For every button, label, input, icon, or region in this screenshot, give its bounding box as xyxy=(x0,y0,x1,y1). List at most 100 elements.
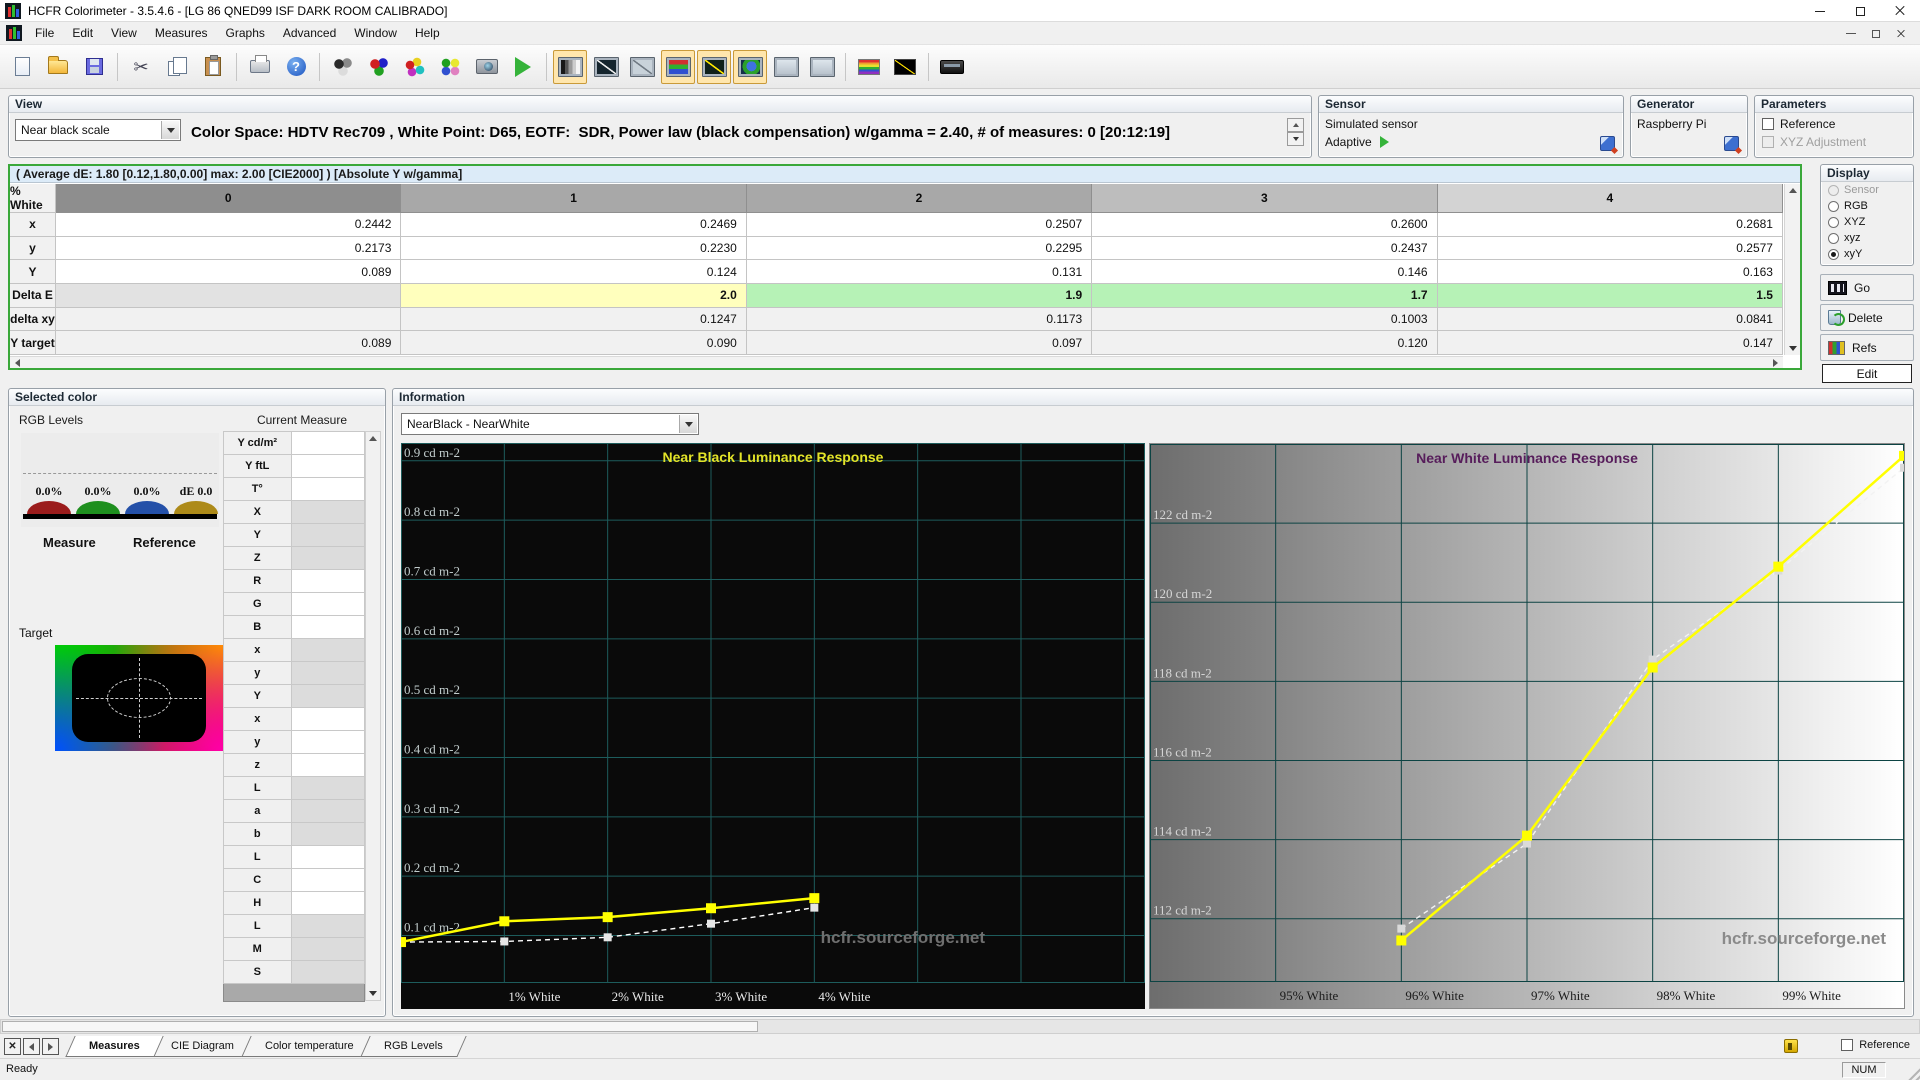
delete-button[interactable]: Delete xyxy=(1820,304,1914,331)
menu-item-window[interactable]: Window xyxy=(345,22,406,45)
scroll-left-icon[interactable] xyxy=(15,359,20,367)
grid-cell-y-1[interactable]: 0.2230 xyxy=(401,237,746,261)
grid-cell-y-target-1[interactable]: 0.090 xyxy=(401,331,746,355)
menu-item-measures[interactable]: Measures xyxy=(146,22,217,45)
scroll-down-icon[interactable] xyxy=(1789,346,1797,351)
view-contrast-graph-button[interactable] xyxy=(805,50,839,84)
cm-value-2[interactable] xyxy=(292,478,365,501)
display-option-xyz[interactable]: XYZ xyxy=(1821,214,1913,230)
cm-value-8[interactable] xyxy=(292,616,365,639)
cm-value-16[interactable] xyxy=(292,800,365,823)
grid-cell-delta-xy-3[interactable]: 0.1003 xyxy=(1092,308,1437,332)
display-option-sensor[interactable]: Sensor xyxy=(1821,182,1913,198)
display-option-rgb[interactable]: RGB xyxy=(1821,198,1913,214)
grid-cell-y-target-4[interactable]: 0.147 xyxy=(1438,331,1783,355)
sensor-run-icon[interactable] xyxy=(1380,136,1389,148)
cm-value-10[interactable] xyxy=(292,662,365,685)
grid-cell-y-target-0[interactable]: 0.089 xyxy=(56,331,401,355)
cm-value-4[interactable] xyxy=(292,524,365,547)
checkbox-reference[interactable] xyxy=(1762,118,1774,130)
checkbox-xyz-adjustment[interactable] xyxy=(1762,136,1774,148)
grid-cell-x-3[interactable]: 0.2600 xyxy=(1092,213,1437,237)
grid-cell-x-2[interactable]: 0.2507 xyxy=(747,213,1092,237)
tab-cie-diagram[interactable]: CIE Diagram xyxy=(147,1036,257,1057)
menu-item-edit[interactable]: Edit xyxy=(63,22,102,45)
view-luminance-graph-button[interactable] xyxy=(697,50,731,84)
cm-value-11[interactable] xyxy=(292,685,365,708)
grid-cell-y-target-3[interactable]: 0.120 xyxy=(1092,331,1437,355)
measure-full-colors-button[interactable] xyxy=(434,50,468,84)
cm-value-15[interactable] xyxy=(292,777,365,800)
copy-button[interactable] xyxy=(160,50,194,84)
print-button[interactable] xyxy=(243,50,277,84)
sensor-config-icon[interactable] xyxy=(1600,136,1615,151)
grid-cell-y-target-2[interactable]: 0.097 xyxy=(747,331,1092,355)
grid-horizontal-scrollbar[interactable] xyxy=(10,356,1783,368)
grid-column-header-2[interactable]: 2 xyxy=(747,184,1092,213)
workspace-horizontal-scrollbar[interactable] xyxy=(0,1019,1920,1034)
grid-cell-delta-xy-2[interactable]: 0.1173 xyxy=(747,308,1092,332)
edit-button[interactable]: Edit xyxy=(1822,364,1912,383)
grid-cell-y-2[interactable]: 0.2295 xyxy=(747,237,1092,261)
view-saturation-graph-button[interactable] xyxy=(769,50,803,84)
grid-cell-y-4[interactable]: 0.2577 xyxy=(1438,237,1783,261)
grid-column-header-3[interactable]: 3 xyxy=(1092,184,1437,213)
cm-scroll-up-icon[interactable] xyxy=(369,436,377,441)
cm-value-23[interactable] xyxy=(292,961,365,984)
tab-color-temperature[interactable]: Color temperature xyxy=(241,1036,377,1057)
spin-down-button[interactable] xyxy=(1287,132,1304,146)
scroll-tabs-right-button[interactable] xyxy=(42,1038,59,1055)
cm-value-9[interactable] xyxy=(292,639,365,662)
graph-selector-dropdown[interactable]: NearBlack - NearWhite xyxy=(401,413,699,435)
window-minimize-button[interactable] xyxy=(1800,0,1840,22)
tab-rgb-levels[interactable]: RGB Levels xyxy=(361,1036,467,1057)
reference-checkbox[interactable] xyxy=(1841,1039,1853,1051)
cm-value-13[interactable] xyxy=(292,731,365,754)
scroll-right-icon[interactable] xyxy=(1773,359,1778,367)
scroll-up-icon[interactable] xyxy=(1789,188,1797,193)
generator-config-icon[interactable] xyxy=(1724,136,1739,151)
menu-item-advanced[interactable]: Advanced xyxy=(274,22,345,45)
menu-item-help[interactable]: Help xyxy=(406,22,449,45)
view-cie-diagram-button[interactable] xyxy=(733,50,767,84)
grid-column-header-0[interactable]: 0 xyxy=(56,184,401,213)
scroll-tabs-left-button[interactable] xyxy=(23,1038,40,1055)
mdi-close-button[interactable] xyxy=(1890,25,1912,42)
grid-cell-y-1[interactable]: 0.124 xyxy=(401,260,746,284)
cm-value-20[interactable] xyxy=(292,892,365,915)
scale-selector-dropdown[interactable]: Near black scale xyxy=(15,119,181,141)
window-maximize-button[interactable] xyxy=(1840,0,1880,22)
cm-value-7[interactable] xyxy=(292,593,365,616)
calibration-device-button[interactable] xyxy=(935,50,969,84)
graph-dropdown-arrow-icon[interactable] xyxy=(679,415,697,433)
cm-value-18[interactable] xyxy=(292,846,365,869)
current-measure-scrollbar[interactable] xyxy=(365,431,381,1001)
grid-cell-y-3[interactable]: 0.146 xyxy=(1092,260,1437,284)
grid-cell-y-0[interactable]: 0.2173 xyxy=(56,237,401,261)
help-button[interactable] xyxy=(279,50,313,84)
grid-cell-x-4[interactable]: 0.2681 xyxy=(1438,213,1783,237)
open-file-button[interactable] xyxy=(41,50,75,84)
menu-item-file[interactable]: File xyxy=(26,22,63,45)
view-gamma-graph-button[interactable] xyxy=(589,50,623,84)
view-spectrum-graph-button[interactable] xyxy=(852,50,886,84)
measure-primary-colors-button[interactable] xyxy=(362,50,396,84)
cm-value-14[interactable] xyxy=(292,754,365,777)
cm-value-22[interactable] xyxy=(292,938,365,961)
grid-vertical-scrollbar[interactable] xyxy=(1784,184,1800,355)
cut-button[interactable] xyxy=(124,50,158,84)
dropdown-arrow-icon[interactable] xyxy=(161,121,179,139)
window-close-button[interactable] xyxy=(1880,0,1920,22)
cm-value-6[interactable] xyxy=(292,570,365,593)
display-option-xyy[interactable]: xyY xyxy=(1821,246,1913,262)
spin-up-button[interactable] xyxy=(1287,118,1304,132)
scrollbar-thumb[interactable] xyxy=(2,1021,758,1032)
grid-cell-y-2[interactable]: 0.131 xyxy=(747,260,1092,284)
mdi-minimize-button[interactable] xyxy=(1840,25,1862,42)
display-option-xyz[interactable]: xyz xyxy=(1821,230,1913,246)
grid-column-header-4[interactable]: 4 xyxy=(1438,184,1783,213)
cm-value-12[interactable] xyxy=(292,708,365,731)
cm-value-19[interactable] xyxy=(292,869,365,892)
measure-grayscale-button[interactable] xyxy=(326,50,360,84)
menu-item-graphs[interactable]: Graphs xyxy=(217,22,274,45)
